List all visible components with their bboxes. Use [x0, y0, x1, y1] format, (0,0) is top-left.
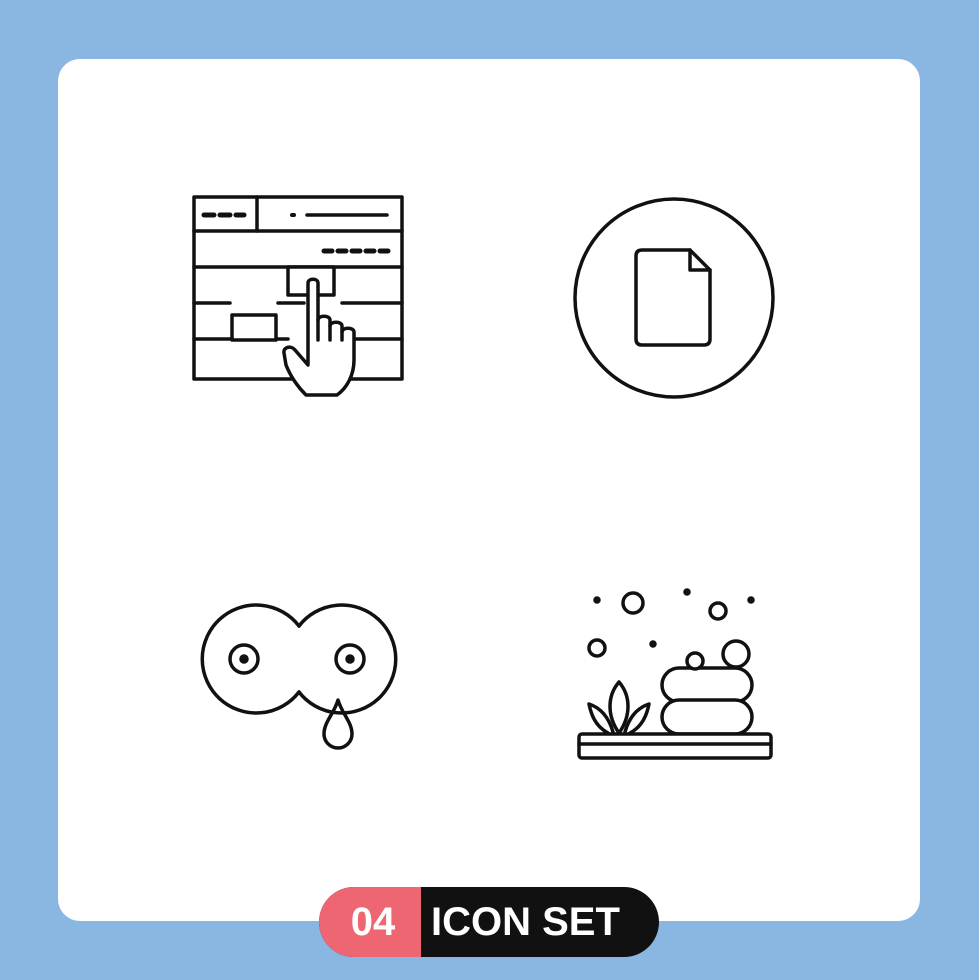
file-circle-icon: [573, 197, 775, 399]
icon-set-title: ICON SET: [431, 900, 620, 944]
icon-count-label: 04: [319, 887, 421, 957]
browser-click-icon: [192, 195, 407, 405]
spa-soap-icon: [575, 586, 775, 764]
crying-eyes-icon: [190, 596, 408, 750]
icon-card: [58, 59, 920, 921]
icon-set-badge: 04 ICON SET: [319, 887, 659, 957]
